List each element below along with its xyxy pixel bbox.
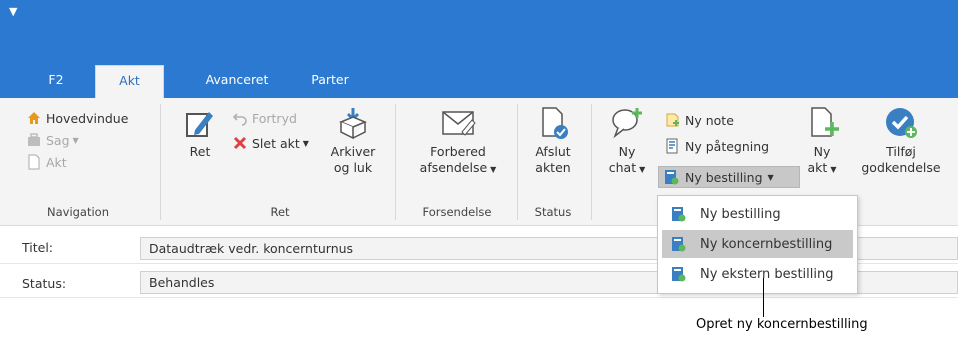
approval-icon (886, 108, 917, 138)
forsendelse-group-label: Forsendelse (422, 205, 492, 219)
forbered-line1: Forbered (430, 144, 486, 159)
case-icon (26, 132, 42, 148)
ret-group-label: Ret (270, 205, 290, 219)
slet-akt-dropdown-icon: ▼ (302, 138, 309, 148)
quick-access-dropdown-icon[interactable]: ▼ (9, 5, 17, 18)
sag-label: Sag (46, 132, 70, 148)
ny-akt-line2: akt (807, 160, 828, 175)
tilfoj-line2: godkendelse (861, 160, 941, 175)
forbered-afsendelse-button[interactable]: Forbered afsendelse ▼ (410, 106, 506, 178)
afslut-line2: akten (535, 160, 571, 175)
menu-item-ny-ekstern-bestilling[interactable]: Ny ekstern bestilling (662, 260, 853, 288)
tab-akt[interactable]: Akt (95, 65, 164, 98)
arkiver-og-luk-button[interactable]: Arkiver og luk (330, 106, 376, 176)
group-separator (160, 104, 161, 220)
home-icon (26, 110, 42, 126)
archive-icon (339, 108, 367, 140)
callout-pointer (763, 278, 764, 317)
status-label: Status: (22, 276, 67, 291)
ny-chat-line2: chat (608, 160, 637, 175)
group-order-icon (670, 236, 686, 252)
menu-item-label: Ny ekstern bestilling (700, 266, 834, 282)
undo-icon (232, 110, 248, 126)
menu-item-label: Ny koncernbestilling (700, 236, 833, 252)
tab-avanceret[interactable]: Avanceret (197, 65, 277, 98)
delete-icon (232, 135, 248, 151)
ny-note-label: Ny note (685, 112, 734, 128)
ny-paategning-button[interactable]: Ny påtegning (665, 136, 769, 156)
navigation-group-label: Navigation (46, 205, 110, 219)
order-icon (670, 206, 686, 222)
group-separator (395, 104, 396, 220)
callout-label: Opret ny koncernbestilling (696, 317, 868, 332)
ny-bestilling-menu: Ny bestilling Ny koncernbestilling Ny ek… (657, 195, 858, 294)
slet-akt-button[interactable]: Slet akt ▼ (232, 133, 309, 153)
afslut-akten-button[interactable]: Afslut akten (527, 106, 579, 176)
sag-dropdown-icon: ▼ (72, 135, 79, 145)
ny-chat-button[interactable]: Ny chat ▼ (601, 106, 653, 178)
group-separator (591, 104, 592, 220)
forbered-dropdown-icon: ▼ (490, 165, 497, 174)
edit-icon (186, 112, 213, 137)
complete-document-icon (542, 107, 568, 139)
ny-bestilling-button[interactable]: Ny bestilling ▼ (658, 166, 800, 188)
forbered-line2: afsendelse (419, 160, 488, 175)
arkiver-line1: Arkiver (330, 144, 376, 159)
akt-nav-label: Akt (46, 154, 67, 170)
menu-item-label: Ny bestilling (700, 206, 781, 222)
annotation-icon (665, 138, 681, 154)
ny-bestilling-label: Ny bestilling (685, 169, 763, 185)
order-icon (663, 169, 679, 185)
ret-button[interactable]: Ret (178, 106, 222, 160)
tab-parter[interactable]: Parter (300, 65, 360, 98)
arkiver-line2: og luk (333, 160, 373, 175)
menu-item-ny-koncernbestilling[interactable]: Ny koncernbestilling (662, 230, 853, 258)
sag-button[interactable]: Sag ▼ (26, 130, 79, 150)
ny-note-button[interactable]: Ny note (665, 110, 734, 130)
new-document-icon (811, 107, 839, 137)
tilfoj-godkendelse-button[interactable]: Tilføj godkendelse (855, 106, 947, 176)
ny-chat-dropdown-icon: ▼ (639, 165, 646, 174)
note-icon (665, 112, 681, 128)
fortryd-label: Fortryd (252, 110, 297, 126)
ny-paategning-label: Ny påtegning (685, 138, 770, 154)
fortryd-button[interactable]: Fortryd (232, 108, 297, 128)
status-group-label: Status (534, 205, 572, 219)
ny-akt-button[interactable]: Ny akt ▼ (805, 106, 839, 178)
row-divider (0, 297, 958, 298)
hovedvindue-label: Hovedvindue (46, 110, 129, 126)
ribbon-tab-bar: F2 Akt Avanceret Parter (0, 65, 958, 98)
envelope-icon (442, 111, 476, 136)
menu-item-ny-bestilling[interactable]: Ny bestilling (662, 200, 853, 228)
document-icon (26, 154, 42, 170)
ny-chat-line1: Ny (618, 144, 636, 159)
external-order-icon (670, 266, 686, 282)
tab-f2[interactable]: F2 (38, 65, 74, 98)
akt-nav-button[interactable]: Akt (26, 152, 67, 172)
chat-icon (612, 108, 642, 139)
ny-akt-line1: Ny (813, 144, 831, 159)
ret-label: Ret (189, 144, 211, 159)
hovedvindue-button[interactable]: Hovedvindue (26, 108, 128, 128)
ny-bestilling-dropdown-icon: ▼ (767, 172, 774, 182)
tilfoj-line1: Tilføj (886, 144, 916, 159)
ny-akt-dropdown-icon: ▼ (830, 165, 837, 174)
afslut-line1: Afslut (535, 144, 571, 159)
titel-label: Titel: (22, 240, 53, 255)
group-separator (517, 104, 518, 220)
slet-akt-label: Slet akt (252, 135, 300, 151)
title-bar: ▼ (0, 0, 958, 65)
